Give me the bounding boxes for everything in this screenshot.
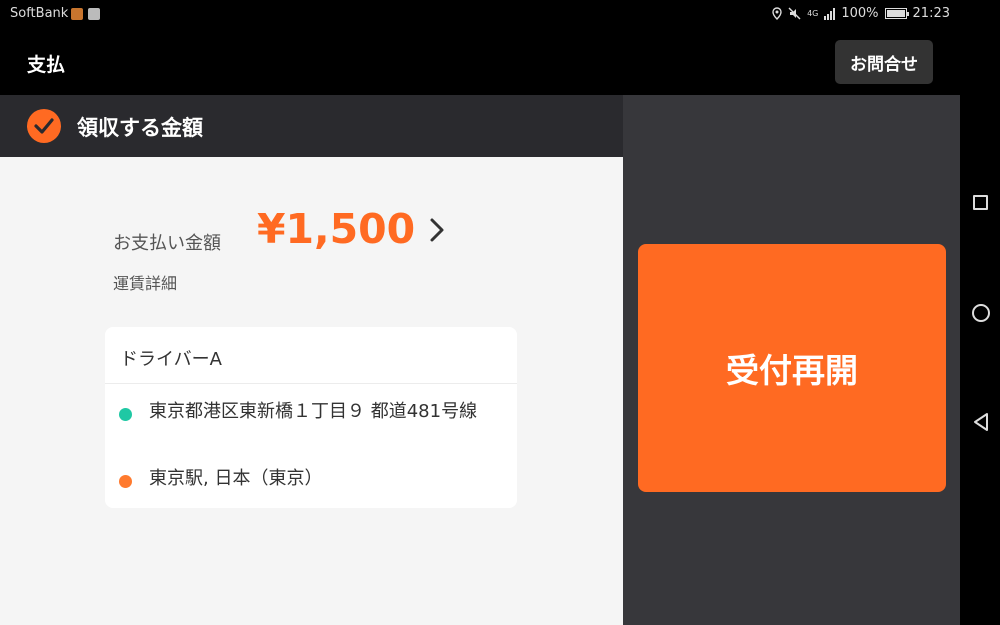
driver-name: ドライバーA: [120, 349, 222, 370]
amount-label: お支払い金額: [113, 233, 221, 254]
battery-icon: [884, 8, 909, 19]
carrier-name: SoftBank: [10, 6, 69, 21]
mail-notification-icon: [88, 8, 100, 20]
signal-icon: [824, 7, 836, 20]
resume-button[interactable]: 受付再開: [638, 244, 946, 492]
section-header: 領収する金額: [0, 95, 623, 157]
home-icon[interactable]: [972, 304, 990, 322]
title-bar: 支払 お問合せ: [0, 28, 960, 95]
back-icon[interactable]: [972, 412, 990, 432]
amount-value[interactable]: ¥1,500: [257, 205, 415, 253]
trip-card: ドライバーA 東京都港区東新橋１丁目９ 都道481号線 東京駅, 日本（東京）: [105, 327, 517, 508]
status-indicators: 4G 100% 21:23: [772, 6, 950, 21]
section-title: 領収する金額: [77, 116, 203, 140]
location-icon: [772, 7, 782, 20]
mute-icon: [788, 7, 801, 20]
page-title: 支払: [27, 54, 66, 76]
origin-dot-icon: [119, 408, 132, 421]
status-bar: SoftBank 4G 100% 21:23: [0, 0, 960, 28]
battery-fill: [886, 10, 905, 17]
action-panel: 受付再開: [623, 95, 960, 625]
origin-address: 東京都港区東新橋１丁目９ 都道481号線: [149, 401, 478, 422]
navigation-bar: [960, 0, 1000, 625]
check-circle-icon: [27, 109, 61, 143]
card-divider: [105, 383, 517, 384]
contact-button[interactable]: お問合せ: [835, 40, 933, 84]
network-type: 4G: [807, 8, 819, 18]
payment-panel: 領収する金額 お支払い金額 ¥1,500 運賃詳細 ドライバーA 東京都港区東新…: [0, 95, 623, 625]
destination-dot-icon: [119, 475, 132, 488]
recent-apps-icon[interactable]: [973, 195, 988, 210]
destination-address: 東京駅, 日本（東京）: [149, 468, 323, 489]
clock: 21:23: [912, 6, 950, 21]
app-notification-icon: [71, 8, 83, 20]
chevron-right-icon[interactable]: [428, 217, 446, 243]
fare-details-link[interactable]: 運賃詳細: [113, 270, 177, 294]
battery-percent: 100%: [841, 6, 879, 21]
